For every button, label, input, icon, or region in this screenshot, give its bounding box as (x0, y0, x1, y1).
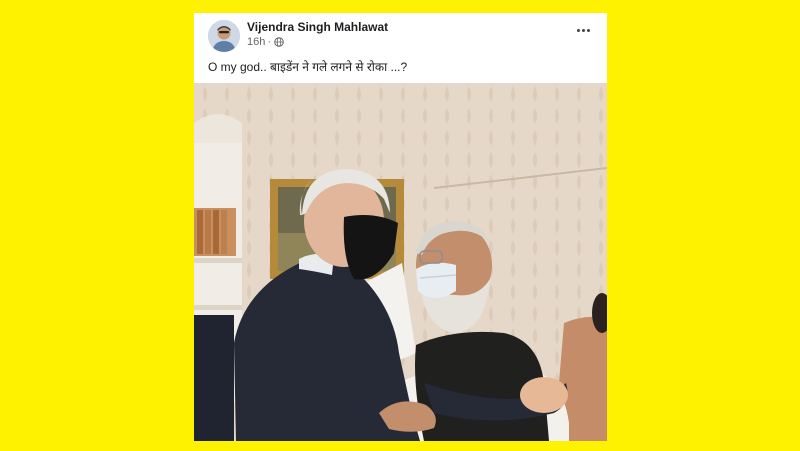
author-avatar[interactable] (208, 20, 240, 52)
post-meta: 16h · (247, 36, 284, 48)
post-photo[interactable] (194, 83, 607, 441)
photo-illustration (194, 83, 607, 441)
author-name[interactable]: Vijendra Singh Mahlawat (247, 20, 388, 34)
meta-separator: · (267, 36, 272, 48)
globe-icon[interactable] (274, 37, 284, 47)
post-header: Vijendra Singh Mahlawat 16h · O my god..… (194, 13, 607, 83)
facebook-post: Vijendra Singh Mahlawat 16h · O my god..… (194, 13, 607, 441)
post-caption: O my god.. बाइडेंन ने गले लगने से रोका .… (208, 60, 408, 74)
avatar-image (208, 20, 240, 52)
more-options-icon[interactable] (573, 23, 593, 37)
post-time[interactable]: 16h (247, 36, 265, 48)
